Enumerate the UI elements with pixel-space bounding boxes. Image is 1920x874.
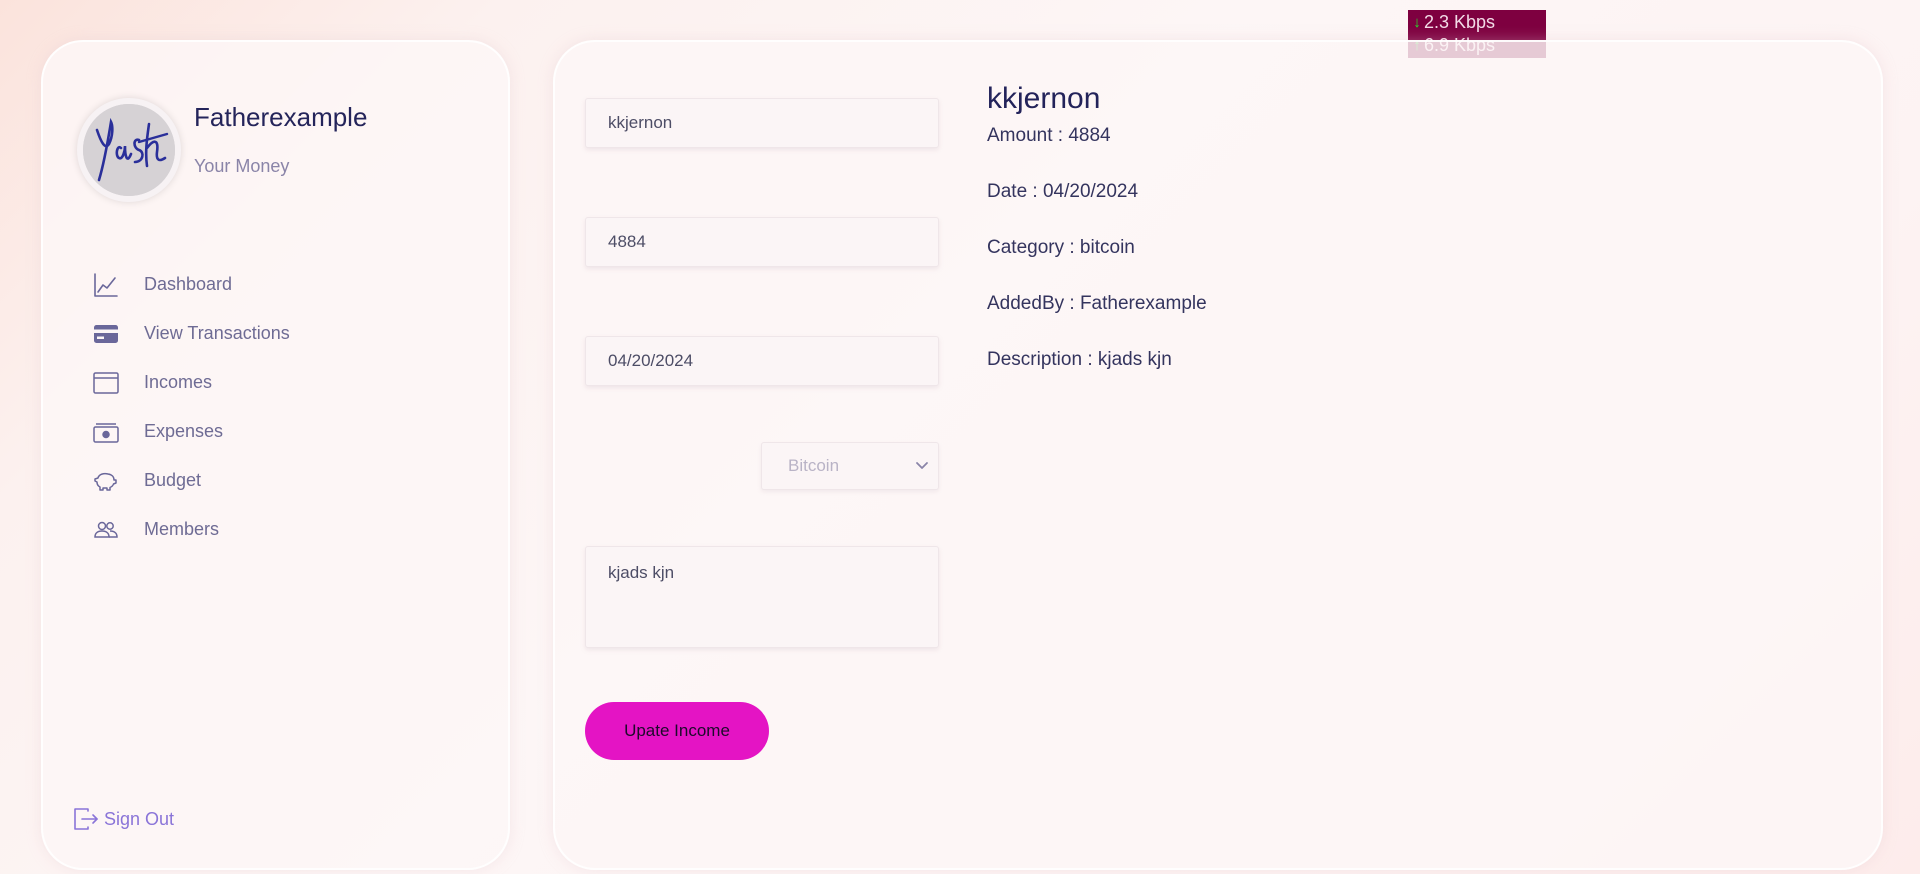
- profile-name: Fatherexample: [194, 102, 368, 132]
- detail-category: Category : bitcoin: [987, 237, 1135, 258]
- sign-out-label: Sign Out: [104, 808, 175, 829]
- title-input[interactable]: [585, 98, 939, 148]
- category-selected-value: Bitcoin: [788, 456, 840, 475]
- users-icon: [93, 517, 119, 543]
- chart-line-icon: [93, 272, 119, 298]
- description-textarea[interactable]: kjads kjn: [585, 546, 939, 648]
- piggy-bank-icon: [93, 468, 119, 494]
- sidebar-item-label: Incomes: [144, 372, 213, 392]
- detail-description: Description : kjads kjn: [987, 349, 1172, 370]
- signature-avatar-image: [83, 104, 175, 196]
- sidebar-item-expenses[interactable]: Expenses: [93, 407, 290, 456]
- income-details: kkjernon Amount : 4884 Date : 04/20/2024…: [987, 82, 1207, 402]
- sidebar-nav: Dashboard View Transactions Incomes Expe…: [93, 260, 290, 554]
- detail-date: Date : 04/20/2024: [987, 181, 1139, 202]
- download-row: ↓ 2.3 Kbps: [1410, 11, 1546, 34]
- sidebar-item-label: View Transactions: [144, 323, 290, 343]
- sidebar-item-label: Expenses: [144, 421, 224, 441]
- detail-amount: Amount : 4884: [987, 125, 1111, 146]
- sidebar-item-budget[interactable]: Budget: [93, 456, 290, 505]
- sidebar-item-label: Budget: [144, 470, 202, 490]
- sidebar-item-label: Dashboard: [144, 274, 233, 294]
- sidebar-item-incomes[interactable]: Incomes: [93, 358, 290, 407]
- avatar[interactable]: [77, 98, 181, 202]
- amount-input[interactable]: [585, 217, 939, 267]
- sign-out-icon: [74, 808, 98, 830]
- category-select[interactable]: Bitcoin: [761, 442, 939, 490]
- window-icon: [93, 370, 119, 396]
- money-bill-icon: [93, 419, 119, 445]
- download-speed: 2.3 Kbps: [1424, 12, 1496, 32]
- date-input[interactable]: [585, 336, 939, 386]
- detail-title: kkjernon: [987, 82, 1101, 115]
- detail-added-by: AddedBy : Fatherexample: [987, 293, 1207, 314]
- chevron-down-icon: [916, 462, 928, 469]
- sidebar-item-view-transactions[interactable]: View Transactions: [93, 309, 290, 358]
- download-arrow-icon: ↓: [1413, 14, 1421, 31]
- sidebar: Fatherexample Your Money Dashboard View …: [41, 40, 510, 870]
- sign-out-link[interactable]: Sign Out: [73, 806, 174, 832]
- sidebar-item-label: Members: [144, 519, 220, 539]
- credit-card-icon: [93, 321, 119, 347]
- profile-subtitle: Your Money: [194, 156, 290, 176]
- sidebar-item-members[interactable]: Members: [93, 505, 290, 554]
- sidebar-item-dashboard[interactable]: Dashboard: [93, 260, 290, 309]
- update-income-button[interactable]: Upate Income: [585, 702, 769, 760]
- income-edit-panel: Bitcoin kjads kjn Upate Income kkjernon …: [553, 40, 1883, 870]
